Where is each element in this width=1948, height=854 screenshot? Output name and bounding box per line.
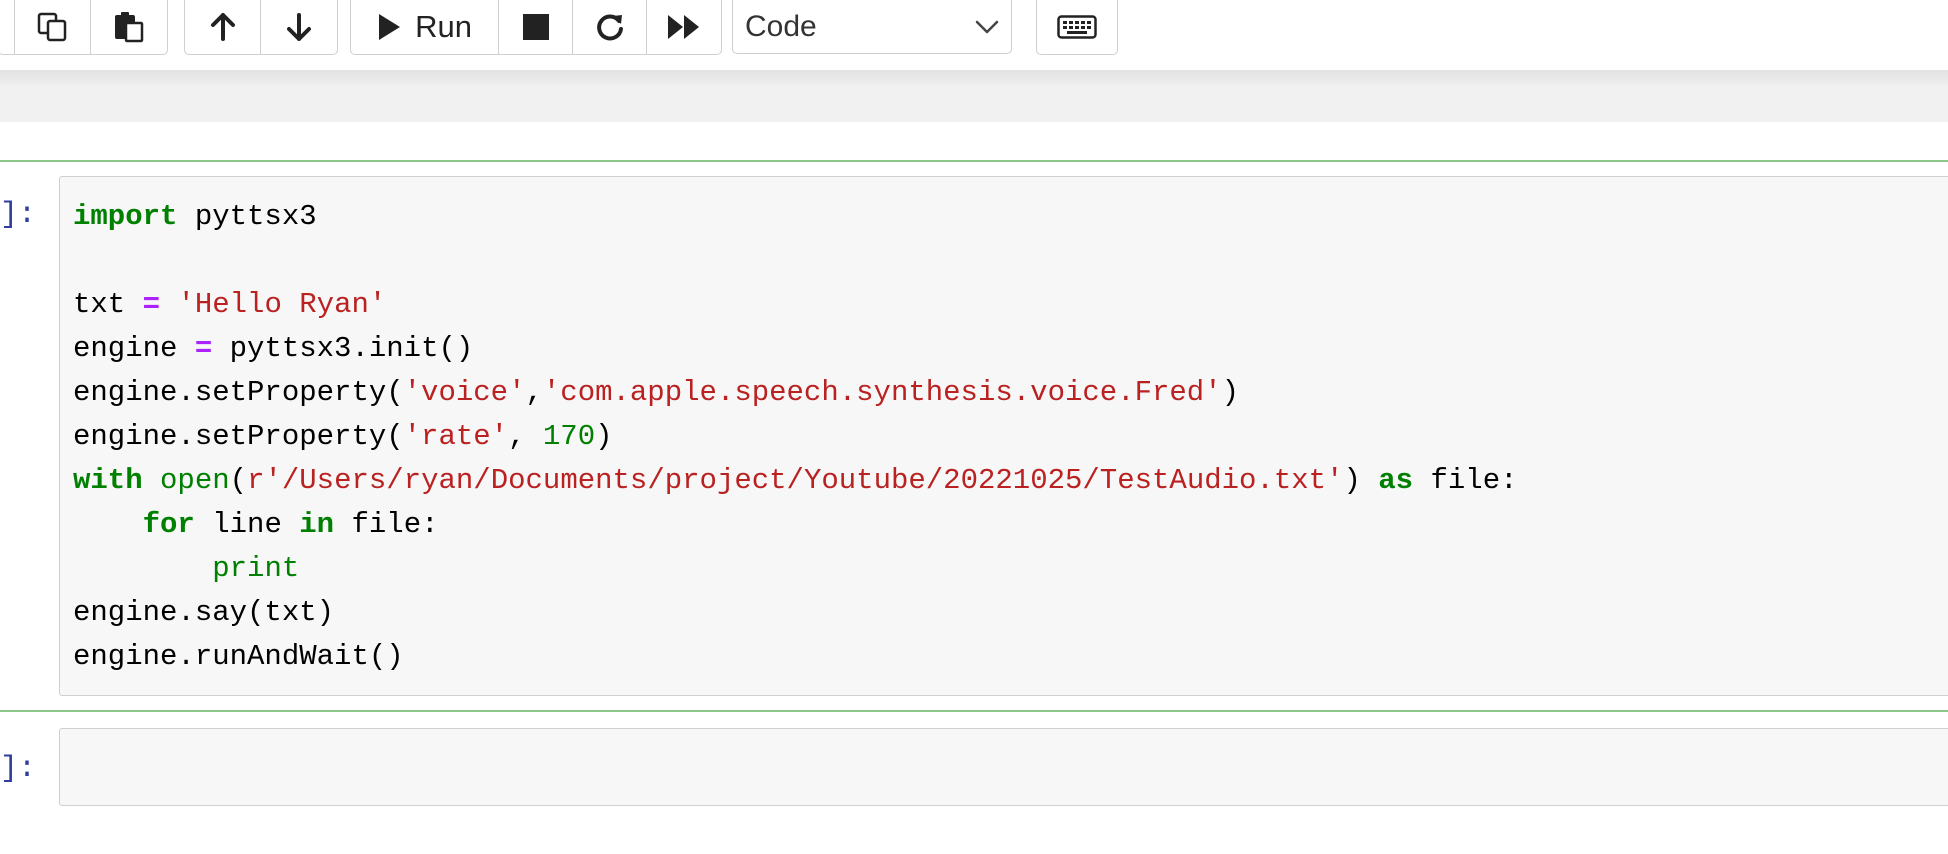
cell-type-value: Code <box>745 9 817 43</box>
code-token: txt <box>73 288 143 321</box>
code-token: file: <box>334 508 439 541</box>
copy-icon <box>37 12 66 42</box>
selected-cell-border <box>0 160 1948 162</box>
code-token: 'rate' <box>403 420 509 453</box>
code-token: ) <box>595 420 613 453</box>
run-button-group: Run <box>350 0 722 55</box>
arrow-down-icon <box>287 13 311 41</box>
restart-run-all-button[interactable] <box>647 0 721 54</box>
cut-button[interactable] <box>0 0 15 54</box>
code-token: 'Hello Ryan' <box>177 288 387 321</box>
code-line: import pyttsx3 <box>73 195 1518 239</box>
chevron-down-icon <box>975 20 999 33</box>
cell-type-select[interactable]: Code <box>732 0 1012 54</box>
code-cell-input[interactable]: import pyttsx3 txt = 'Hello Ryan' engine =… <box>59 176 1948 696</box>
code-token: with <box>73 464 143 497</box>
restart-icon <box>596 14 623 41</box>
code-token: 170 <box>542 420 596 453</box>
code-token: pyttsx3 <box>177 200 317 233</box>
code-token: engine.setProperty( <box>73 376 404 409</box>
code-line: engine.runAndWait() <box>73 635 1518 679</box>
code-token: print <box>212 552 300 585</box>
code-token: engine <box>73 332 195 365</box>
cell-separator <box>0 710 1948 712</box>
code-token: = <box>142 288 161 321</box>
code-token: , <box>508 420 543 453</box>
code-token: in <box>299 508 335 541</box>
paste-button[interactable] <box>91 0 167 54</box>
code-token: 'voice' <box>403 376 526 409</box>
notebook-toolbar: Run Code <box>0 0 1948 70</box>
play-icon <box>379 14 401 40</box>
run-button-label: Run <box>415 9 472 44</box>
fast-forward-icon <box>668 15 699 39</box>
code-token: r'/Users/ryan/Documents/project/Youtube/… <box>247 464 1344 497</box>
code-token: , <box>525 376 543 409</box>
code-token: ) <box>1221 376 1240 409</box>
code-token: engine.setProperty( <box>73 420 404 453</box>
code-token: file: <box>1413 464 1518 497</box>
move-down-button[interactable] <box>261 0 337 54</box>
code-token: line <box>194 508 300 541</box>
code-token: import <box>73 200 178 233</box>
code-token: as <box>1378 464 1414 497</box>
code-line: txt = 'Hello Ryan' <box>73 283 1518 327</box>
code-line: for line in file: <box>73 503 1518 547</box>
restart-kernel-button[interactable] <box>573 0 647 54</box>
copy-button[interactable] <box>15 0 91 54</box>
code-line: engine = pyttsx3.init() <box>73 327 1518 371</box>
code-token: engine.runAndWait() <box>73 640 404 673</box>
code-token: = <box>194 332 213 365</box>
code-line: engine.setProperty('voice','com.apple.sp… <box>73 371 1518 415</box>
code-token: engine.say(txt) <box>73 596 335 629</box>
move-up-button[interactable] <box>185 0 261 54</box>
empty-code-cell-input[interactable] <box>59 728 1948 806</box>
code-token: open <box>160 464 230 497</box>
code-line: engine.say(txt) <box>73 591 1518 635</box>
code-token: for <box>142 508 195 541</box>
stop-icon <box>522 14 549 40</box>
cell-prompt: ]: <box>0 752 37 786</box>
code-token: 'com.apple.speech.synthesis.voice.Fred' <box>542 376 1222 409</box>
command-palette-button[interactable] <box>1037 0 1117 54</box>
code-line: print <box>73 547 1518 591</box>
run-button[interactable]: Run <box>351 0 499 54</box>
interrupt-kernel-button[interactable] <box>499 0 573 54</box>
notebook-header-band <box>0 70 1948 122</box>
code-editor: import pyttsx3 txt = 'Hello Ryan' engine =… <box>73 195 1518 679</box>
paste-icon <box>115 12 144 43</box>
move-button-group <box>184 0 338 55</box>
arrow-up-icon <box>210 13 235 41</box>
keyboard-icon <box>1057 15 1097 39</box>
code-token: pyttsx3.init() <box>212 332 474 365</box>
code-token: ( <box>229 464 248 497</box>
code-line: engine.setProperty('rate', 170) <box>73 415 1518 459</box>
clipboard-button-group <box>0 0 168 55</box>
code-line: with open(r'/Users/ryan/Documents/projec… <box>73 459 1518 503</box>
code-token: ) <box>1343 464 1379 497</box>
command-palette-group <box>1036 0 1118 55</box>
cell-prompt: ]: <box>0 198 37 232</box>
